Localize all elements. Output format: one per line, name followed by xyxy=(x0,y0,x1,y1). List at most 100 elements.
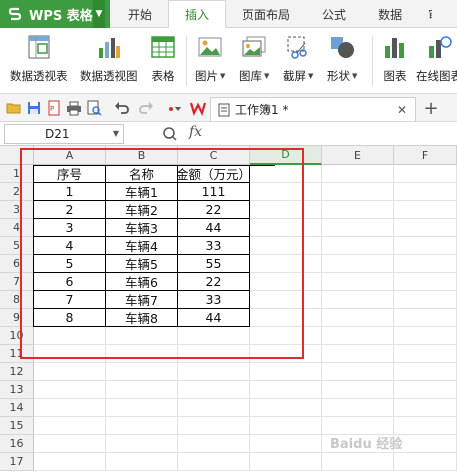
shape-button[interactable]: 形状 ▼ xyxy=(327,34,357,84)
cell-e17[interactable] xyxy=(322,453,394,471)
tab-0[interactable]: 开始 xyxy=(112,0,168,28)
cell-a12[interactable] xyxy=(34,363,106,381)
cell-d13[interactable] xyxy=(250,381,322,399)
cell-f6[interactable] xyxy=(394,255,457,273)
cell-f1[interactable] xyxy=(394,165,457,183)
cell-b13[interactable] xyxy=(106,381,178,399)
app-menu-button[interactable]: WPS 表格 ▼ xyxy=(0,0,110,28)
chart-button[interactable]: 图表 xyxy=(382,34,408,84)
row-header-12[interactable]: 12 xyxy=(0,363,34,381)
cell-b17[interactable] xyxy=(106,453,178,471)
name-box[interactable]: D21 ▼ xyxy=(4,124,124,144)
cell-e13[interactable] xyxy=(322,381,394,399)
cell-e5[interactable] xyxy=(322,237,394,255)
row-header-17[interactable]: 17 xyxy=(0,453,34,471)
cell-f3[interactable] xyxy=(394,201,457,219)
cell-f2[interactable] xyxy=(394,183,457,201)
cell-f13[interactable] xyxy=(394,381,457,399)
cell-a13[interactable] xyxy=(34,381,106,399)
cell-c15[interactable] xyxy=(178,417,250,435)
cell-e12[interactable] xyxy=(322,363,394,381)
row-header-16[interactable]: 16 xyxy=(0,435,34,453)
chevron-down-icon[interactable]: ▼ xyxy=(113,125,119,143)
cell-e3[interactable] xyxy=(322,201,394,219)
cell-d16[interactable] xyxy=(250,435,322,453)
cell-a17[interactable] xyxy=(34,453,106,471)
open-folder-icon[interactable] xyxy=(6,100,22,116)
cell-f9[interactable] xyxy=(394,309,457,327)
document-tab[interactable]: 工作簿1 * ✕ xyxy=(210,97,416,121)
cell-e4[interactable] xyxy=(322,219,394,237)
cell-f14[interactable] xyxy=(394,399,457,417)
customize-quick-access-icon[interactable] xyxy=(166,100,182,116)
row-header-13[interactable]: 13 xyxy=(0,381,34,399)
close-icon[interactable]: ✕ xyxy=(397,103,407,117)
cell-a14[interactable] xyxy=(34,399,106,417)
cell-f10[interactable] xyxy=(394,327,457,345)
tab-3[interactable]: 公式 xyxy=(306,0,362,28)
cell-c16[interactable] xyxy=(178,435,250,453)
cell-c13[interactable] xyxy=(178,381,250,399)
cell-d17[interactable] xyxy=(250,453,322,471)
cell-f5[interactable] xyxy=(394,237,457,255)
cell-b15[interactable] xyxy=(106,417,178,435)
cell-d15[interactable] xyxy=(250,417,322,435)
row-header-14[interactable]: 14 xyxy=(0,399,34,417)
save-icon[interactable] xyxy=(26,100,42,116)
cell-e9[interactable] xyxy=(322,309,394,327)
menu-tabs: 开始插入页面布局公式数据审 xyxy=(112,0,432,29)
cell-e11[interactable] xyxy=(322,345,394,363)
screenshot-button[interactable]: 截屏 ▼ xyxy=(283,34,313,84)
cell-b12[interactable] xyxy=(106,363,178,381)
new-tab-button[interactable]: + xyxy=(420,97,442,119)
cell-f11[interactable] xyxy=(394,345,457,363)
tab-5[interactable]: 审 xyxy=(418,0,432,28)
cell-d14[interactable] xyxy=(250,399,322,417)
cell-e8[interactable] xyxy=(322,291,394,309)
cell-e10[interactable] xyxy=(322,327,394,345)
print-preview-icon[interactable] xyxy=(86,100,102,116)
title-bar: WPS 表格 ▼ 开始插入页面布局公式数据审 xyxy=(0,0,457,29)
column-header-e[interactable]: E xyxy=(322,146,394,165)
column-header-f[interactable]: F xyxy=(394,146,457,165)
cell-f7[interactable] xyxy=(394,273,457,291)
cell-f8[interactable] xyxy=(394,291,457,309)
zoom-search-icon[interactable] xyxy=(162,126,178,142)
cell-f15[interactable] xyxy=(394,417,457,435)
table-button[interactable]: 表格 xyxy=(150,34,176,84)
online-chart-button[interactable]: 在线图表 xyxy=(416,34,457,84)
cell-f16[interactable] xyxy=(394,435,457,453)
cell-b14[interactable] xyxy=(106,399,178,417)
online-chart-label: 在线图表 xyxy=(416,69,457,83)
row-header-15[interactable]: 15 xyxy=(0,417,34,435)
insert-function-button[interactable]: fx xyxy=(189,124,202,140)
tab-4[interactable]: 数据 xyxy=(362,0,418,28)
cell-e6[interactable] xyxy=(322,255,394,273)
cell-f12[interactable] xyxy=(394,363,457,381)
redo-icon[interactable] xyxy=(138,100,154,116)
export-pdf-icon[interactable]: P xyxy=(46,100,62,116)
cell-c17[interactable] xyxy=(178,453,250,471)
gallery-button[interactable]: 图库 ▼ xyxy=(239,34,269,84)
cell-e2[interactable] xyxy=(322,183,394,201)
cell-b16[interactable] xyxy=(106,435,178,453)
cell-e1[interactable] xyxy=(322,165,394,183)
cell-e14[interactable] xyxy=(322,399,394,417)
cell-a16[interactable] xyxy=(34,435,106,453)
pivot-chart-button[interactable]: 数据透视图 xyxy=(80,34,138,84)
cell-e7[interactable] xyxy=(322,273,394,291)
picture-button[interactable]: 图片 ▼ xyxy=(195,34,225,84)
cell-a15[interactable] xyxy=(34,417,106,435)
cell-c14[interactable] xyxy=(178,399,250,417)
cell-f4[interactable] xyxy=(394,219,457,237)
cell-d12[interactable] xyxy=(250,363,322,381)
print-icon[interactable] xyxy=(66,100,82,116)
cell-f17[interactable] xyxy=(394,453,457,471)
app-dropdown-icon[interactable]: ▼ xyxy=(93,0,105,28)
cell-c12[interactable] xyxy=(178,363,250,381)
gallery-label: 图库 xyxy=(239,69,262,83)
tab-2[interactable]: 页面布局 xyxy=(226,0,306,28)
undo-icon[interactable] xyxy=(114,100,130,116)
pivot-table-button[interactable]: 数据透视表 xyxy=(10,34,68,84)
tab-1[interactable]: 插入 xyxy=(168,0,227,29)
